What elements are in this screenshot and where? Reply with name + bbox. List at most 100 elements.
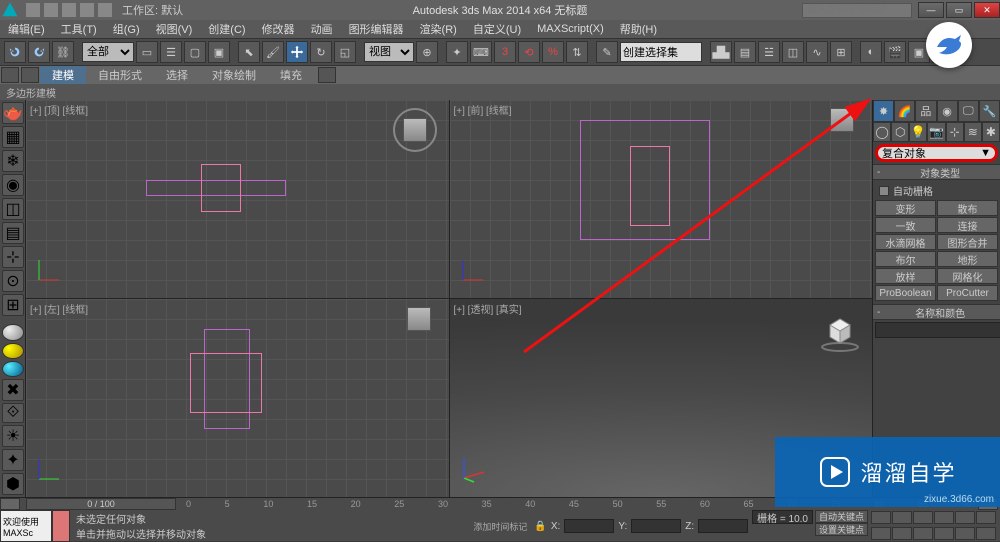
menu-item[interactable]: 工具(T) (53, 21, 105, 37)
select-icon[interactable]: ▭ (136, 41, 158, 63)
percent-snap-icon[interactable]: % (542, 41, 564, 63)
autogrid-checkbox[interactable]: 自动栅格 (875, 182, 998, 199)
ribbon-tab[interactable]: 建模 (40, 66, 86, 84)
connect-button[interactable]: 连接 (937, 217, 998, 233)
viewcube-icon[interactable] (818, 311, 854, 347)
teapot-icon[interactable]: 🫖 (2, 102, 24, 124)
scale-icon[interactable]: ◱ (334, 41, 356, 63)
pivot-icon[interactable]: ⊕ (416, 41, 438, 63)
ribbon-toggle-icon[interactable] (21, 67, 39, 83)
goto-start-icon[interactable] (871, 511, 891, 524)
mesher-button[interactable]: 网格化 (937, 268, 998, 284)
maximize-viewport-icon[interactable] (976, 527, 996, 540)
layer-icon[interactable]: ☱ (758, 41, 780, 63)
menu-item[interactable]: 编辑(E) (0, 21, 53, 37)
ribbon-expand-icon[interactable] (318, 67, 336, 83)
workspace-label[interactable]: 工作区: 默认 (122, 2, 183, 18)
pan-icon[interactable] (892, 527, 912, 540)
goto-end-icon[interactable] (955, 511, 975, 524)
time-slider-handle[interactable]: 0 / 100 (26, 498, 176, 510)
proboolean-button[interactable]: ProBoolean (875, 285, 936, 301)
freeze-icon[interactable]: ❄ (2, 150, 24, 172)
zoom-icon[interactable] (913, 527, 933, 540)
mat-cyan-icon[interactable] (2, 361, 24, 377)
menu-item[interactable]: 自定义(U) (465, 21, 529, 37)
add-time-tag[interactable]: 添加时间标记 (473, 520, 527, 533)
manipulate-icon[interactable]: ✦ (446, 41, 468, 63)
material-sphere-icon[interactable] (2, 324, 24, 340)
rollout-header[interactable]: -对象类型 (873, 164, 1000, 180)
ribbon-tab[interactable]: 自由形式 (86, 66, 154, 84)
menu-item[interactable]: 图形编辑器 (341, 21, 412, 37)
ribbon-tab[interactable]: 填充 (268, 66, 314, 84)
select-name-icon[interactable]: ☰ (160, 41, 182, 63)
paint-select-icon[interactable]: 🖌 (262, 41, 284, 63)
viewport-left[interactable]: [+] [左] [线框] (26, 299, 449, 497)
setkey-button[interactable]: 设置关键点 (815, 523, 868, 536)
qat-icon[interactable] (44, 3, 58, 17)
container-icon[interactable]: ▦ (2, 126, 24, 148)
named-selection-input[interactable] (620, 42, 702, 62)
redo-icon[interactable] (28, 41, 50, 63)
viewport-label[interactable]: [+] [顶] [线框] (30, 102, 88, 117)
menu-item[interactable]: 组(G) (105, 21, 148, 37)
viewport-front[interactable]: [+] [前] [线框] (450, 100, 873, 298)
menu-item[interactable]: 视图(V) (148, 21, 201, 37)
menu-item[interactable]: 帮助(H) (612, 21, 665, 37)
category-dropdown[interactable]: 复合对象 ▼ (875, 144, 998, 162)
menu-item[interactable]: 动画 (303, 21, 341, 37)
qat-icon[interactable] (62, 3, 76, 17)
select-object-icon[interactable]: ⬉ (238, 41, 260, 63)
isolate-icon[interactable]: ◉ (2, 174, 24, 196)
angle-snap-icon[interactable]: ⟲ (518, 41, 540, 63)
coord-y-input[interactable] (631, 519, 681, 533)
ref-coord-icon[interactable]: ⊹ (2, 246, 24, 268)
tool-icon[interactable]: ✦ (2, 449, 24, 471)
next-frame-icon[interactable] (934, 511, 954, 524)
tool-icon[interactable]: ⬢ (2, 473, 24, 495)
systems-icon[interactable]: ✱ (982, 122, 1000, 142)
geometry-icon[interactable]: ◯ (873, 122, 891, 142)
lock-icon[interactable]: 🔒 (534, 521, 546, 532)
key-mode-icon[interactable] (976, 511, 996, 524)
ribbon-toggle-icon[interactable] (1, 67, 19, 83)
menu-item[interactable]: 创建(C) (200, 21, 253, 37)
undo-icon[interactable] (4, 41, 26, 63)
graphite-icon[interactable]: ◫ (782, 41, 804, 63)
viewport-label[interactable]: [+] [透视] [真实] (454, 301, 522, 316)
curve-editor-icon[interactable]: ∿ (806, 41, 828, 63)
viewcube-icon[interactable] (824, 108, 860, 144)
menu-item[interactable]: MAXScript(X) (529, 23, 612, 35)
shapes-icon[interactable]: ⬡ (891, 122, 909, 142)
schematic-icon[interactable]: ⊞ (830, 41, 852, 63)
scatter-button[interactable]: 散布 (937, 200, 998, 216)
rollout-header[interactable]: -名称和颜色 (873, 304, 1000, 320)
qat-icon[interactable] (98, 3, 112, 17)
mirror-icon[interactable]: ▟▙ (710, 41, 732, 63)
menu-item[interactable]: 修改器 (254, 21, 303, 37)
spinner-snap-icon[interactable]: ⇅ (566, 41, 588, 63)
align-icon[interactable]: ▤ (734, 41, 756, 63)
lights-icon[interactable]: 💡 (909, 122, 927, 142)
titlebar-quick-icons[interactable] (20, 3, 118, 17)
coord-z-input[interactable] (698, 519, 748, 533)
prev-frame-icon[interactable] (892, 511, 912, 524)
help-search-input[interactable] (802, 3, 912, 18)
ribbon-tab[interactable]: 对象绘制 (200, 66, 268, 84)
viewport-label[interactable]: [+] [左] [线框] (30, 301, 88, 316)
viewcube-icon[interactable] (401, 307, 437, 343)
utilities-tab-icon[interactable]: 🔧 (979, 100, 1000, 122)
window-crossing-icon[interactable]: ▣ (208, 41, 230, 63)
play-icon[interactable] (913, 511, 933, 524)
viewport-bg-icon[interactable]: ▤ (2, 222, 24, 244)
cameras-icon[interactable]: 📷 (927, 122, 945, 142)
keyboard-shortcut-icon[interactable]: ⌨ (470, 41, 492, 63)
render-setup-icon[interactable]: 🎬 (884, 41, 906, 63)
close-button[interactable]: ✕ (974, 2, 1000, 18)
loft-button[interactable]: 放样 (875, 268, 936, 284)
selection-filter-dropdown[interactable]: 全部 (82, 42, 134, 62)
object-name-input[interactable] (875, 322, 1000, 338)
shapemerge-button[interactable]: 图形合并 (937, 234, 998, 250)
selection-region-icon[interactable]: ▢ (184, 41, 206, 63)
zoom-all-icon[interactable] (934, 527, 954, 540)
